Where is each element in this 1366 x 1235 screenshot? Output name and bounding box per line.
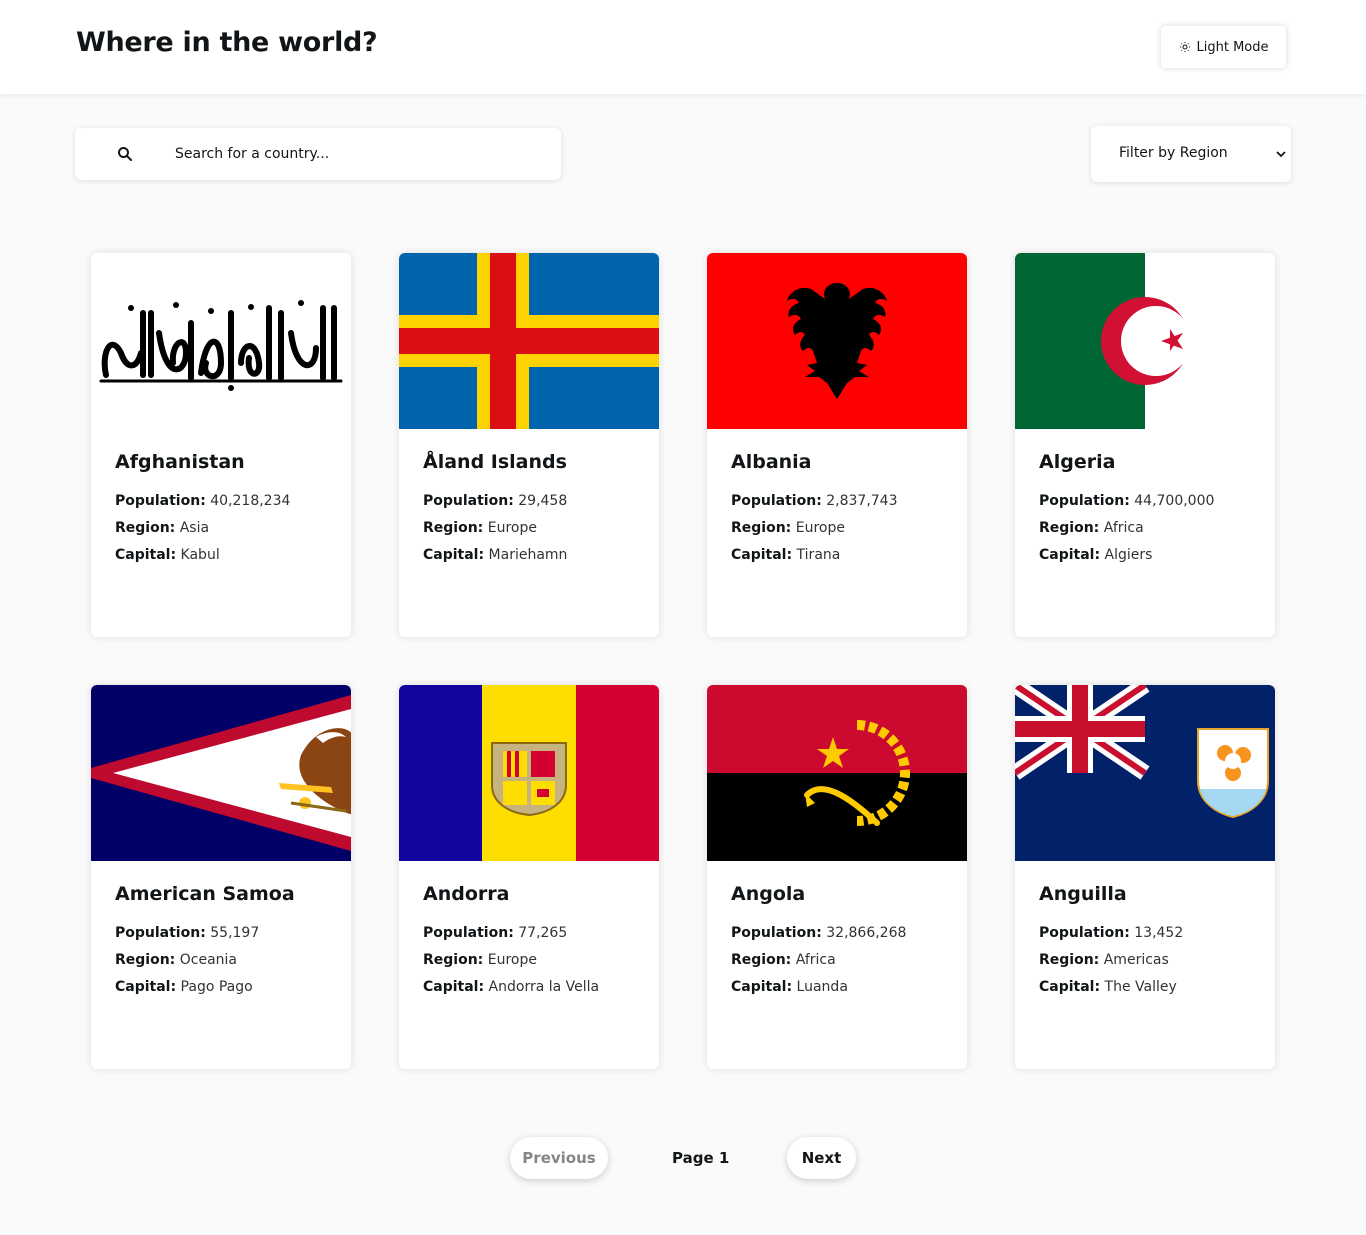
country-card-anguilla[interactable]: Anguilla Population: 13,452 Region: Amer…	[1015, 685, 1275, 1069]
region-label: Region:	[1039, 952, 1100, 968]
capital-label: Capital:	[1039, 979, 1101, 995]
search-input[interactable]	[175, 128, 545, 180]
population-value: 32,866,268	[826, 925, 907, 941]
capital-label: Capital:	[1039, 547, 1101, 563]
region-label: Region:	[731, 952, 792, 968]
country-name: Åland Islands	[423, 451, 567, 473]
next-page-button[interactable]: Next	[787, 1137, 856, 1179]
country-card-andorra[interactable]: Andorra Population: 77,265 Region: Europ…	[399, 685, 659, 1069]
region-value: Americas	[1103, 952, 1169, 968]
capital-value: Pago Pago	[180, 979, 253, 995]
country-name: Andorra	[423, 883, 510, 905]
capital-label: Capital:	[731, 547, 793, 563]
region-value: Africa	[795, 952, 836, 968]
population-label: Population:	[731, 925, 822, 941]
country-card-aland-islands[interactable]: Åland Islands Population: 29,458 Region:…	[399, 253, 659, 637]
population-value: 77,265	[518, 925, 568, 941]
country-details: Population: 32,866,268 Region: Africa Ca…	[731, 925, 906, 1006]
theme-toggle-label: Light Mode	[1196, 39, 1269, 55]
population-label: Population:	[423, 493, 514, 509]
population-label: Population:	[115, 493, 206, 509]
country-name: Afghanistan	[115, 451, 245, 473]
population-label: Population:	[423, 925, 514, 941]
country-name: American Samoa	[115, 883, 295, 905]
country-details: Population: 13,452 Region: Americas Capi…	[1039, 925, 1183, 1006]
region-label: Region:	[1039, 520, 1100, 536]
country-details: Population: 55,197 Region: Oceania Capit…	[115, 925, 259, 1006]
page-indicator: Page 1	[672, 1149, 730, 1167]
country-name: Algeria	[1039, 451, 1116, 473]
region-label: Region:	[115, 952, 176, 968]
site-title: Where in the world?	[76, 27, 378, 58]
region-label: Region:	[731, 520, 792, 536]
region-filter-label: Filter by Region	[1119, 145, 1228, 161]
country-name: Albania	[731, 451, 812, 473]
capital-label: Capital:	[423, 547, 485, 563]
theme-toggle-button[interactable]: Light Mode	[1161, 26, 1286, 68]
flag-andorra	[399, 685, 659, 861]
flag-anguilla	[1015, 685, 1275, 861]
region-value: Europe	[487, 520, 537, 536]
region-value: Oceania	[179, 952, 237, 968]
flag-aland-islands	[399, 253, 659, 429]
population-value: 2,837,743	[826, 493, 898, 509]
population-label: Population:	[731, 493, 822, 509]
region-label: Region:	[423, 520, 484, 536]
capital-value: Kabul	[180, 547, 220, 563]
chevron-down-icon	[1276, 151, 1286, 158]
capital-value: Mariehamn	[488, 547, 568, 563]
population-value: 13,452	[1134, 925, 1184, 941]
population-label: Population:	[1039, 493, 1130, 509]
country-card-angola[interactable]: Angola Population: 32,866,268 Region: Af…	[707, 685, 967, 1069]
population-value: 40,218,234	[210, 493, 291, 509]
population-label: Population:	[115, 925, 206, 941]
capital-value: The Valley	[1104, 979, 1177, 995]
population-value: 55,197	[210, 925, 260, 941]
capital-label: Capital:	[115, 547, 177, 563]
country-card-afghanistan[interactable]: Afghanistan Population: 40,218,234 Regio…	[91, 253, 351, 637]
region-value: Asia	[179, 520, 210, 536]
capital-value: Luanda	[796, 979, 848, 995]
region-label: Region:	[423, 952, 484, 968]
region-value: Africa	[1103, 520, 1144, 536]
capital-label: Capital:	[115, 979, 177, 995]
search-box[interactable]	[75, 128, 561, 180]
population-label: Population:	[1039, 925, 1130, 941]
search-icon	[118, 147, 132, 161]
previous-page-button[interactable]: Previous	[510, 1137, 608, 1179]
capital-label: Capital:	[731, 979, 793, 995]
country-details: Population: 77,265 Region: Europe Capita…	[423, 925, 599, 1006]
capital-value: Tirana	[796, 547, 841, 563]
flag-angola	[707, 685, 967, 861]
country-card-albania[interactable]: Albania Population: 2,837,743 Region: Eu…	[707, 253, 967, 637]
country-details: Population: 2,837,743 Region: Europe Cap…	[731, 493, 898, 574]
capital-value: Algiers	[1104, 547, 1153, 563]
population-value: 44,700,000	[1134, 493, 1215, 509]
country-card-american-samoa[interactable]: American Samoa Population: 55,197 Region…	[91, 685, 351, 1069]
flag-afghanistan	[91, 253, 351, 429]
flag-american-samoa	[91, 685, 351, 861]
country-details: Population: 40,218,234 Region: Asia Capi…	[115, 493, 290, 574]
capital-value: Andorra la Vella	[488, 979, 600, 995]
region-value: Europe	[487, 952, 537, 968]
population-value: 29,458	[518, 493, 568, 509]
flag-albania	[707, 253, 967, 429]
country-details: Population: 44,700,000 Region: Africa Ca…	[1039, 493, 1214, 574]
site-header: Where in the world? Light Mode	[0, 0, 1366, 94]
capital-label: Capital:	[423, 979, 485, 995]
sun-icon	[1179, 42, 1190, 52]
flag-algeria	[1015, 253, 1275, 429]
region-label: Region:	[115, 520, 176, 536]
country-details: Population: 29,458 Region: Europe Capita…	[423, 493, 567, 574]
country-card-algeria[interactable]: Algeria Population: 44,700,000 Region: A…	[1015, 253, 1275, 637]
region-filter-select[interactable]: Filter by Region	[1091, 126, 1291, 182]
country-name: Anguilla	[1039, 883, 1127, 905]
country-name: Angola	[731, 883, 806, 905]
region-value: Europe	[795, 520, 845, 536]
